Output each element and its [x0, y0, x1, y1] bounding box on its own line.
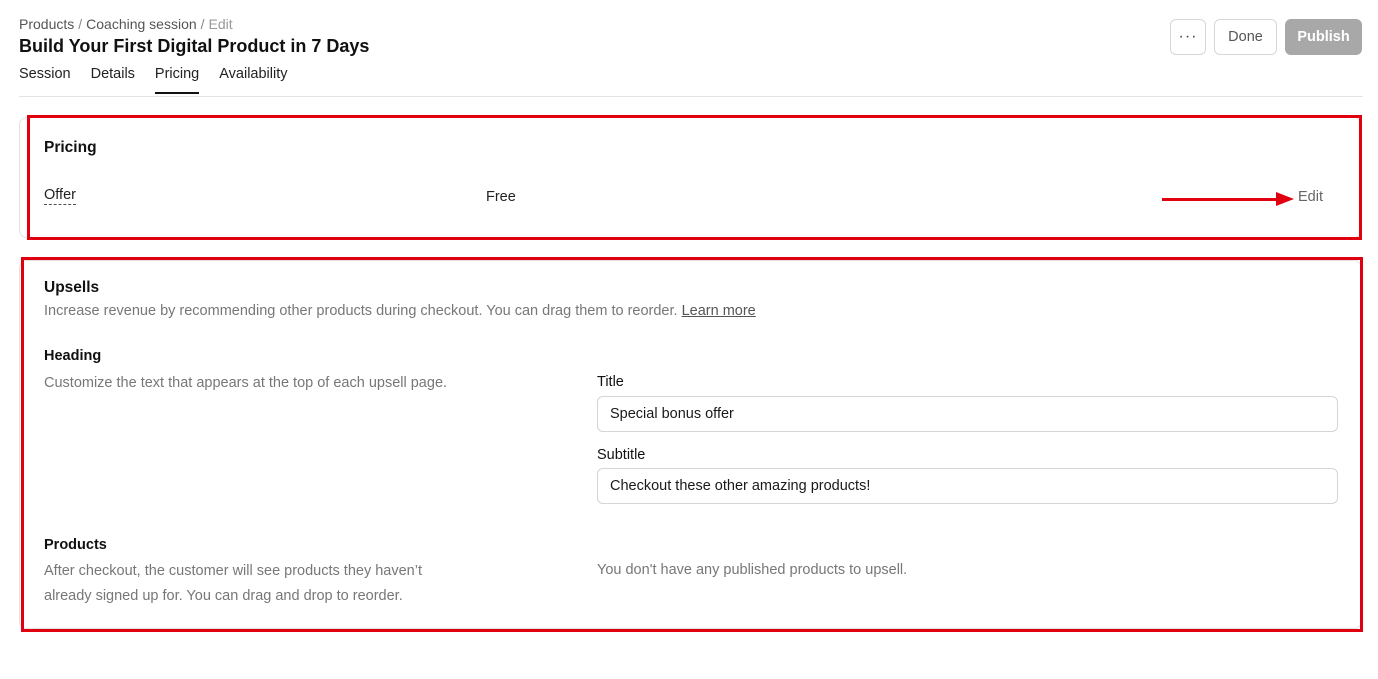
heading-section-label: Heading [44, 348, 102, 364]
title-field-label: Title [597, 374, 624, 390]
page-title: Build Your First Digital Product in 7 Da… [19, 36, 370, 56]
pricing-card [19, 117, 1362, 238]
annotation-arrow-line [1162, 198, 1282, 201]
offer-label: Offer [44, 187, 76, 205]
breadcrumb-separator: / [200, 16, 205, 32]
subtitle-input[interactable] [597, 468, 1338, 504]
heading-section-description: Customize the text that appears at the t… [44, 375, 448, 391]
breadcrumb: Products / Coaching session / Edit [19, 16, 233, 32]
more-options-button[interactable]: ··· [1170, 19, 1206, 55]
upsells-description: Increase revenue by recommending other p… [44, 303, 756, 319]
tab-bar: Session Details Pricing Availability [19, 66, 308, 94]
breadcrumb-separator: / [78, 16, 83, 32]
more-icon: ··· [1178, 28, 1198, 45]
breadcrumb-products[interactable]: Products [19, 16, 74, 32]
breadcrumb-current: Edit [208, 16, 233, 32]
products-section-label: Products [44, 537, 107, 553]
tab-availability[interactable]: Availability [219, 66, 287, 94]
publish-button[interactable]: Publish [1285, 19, 1362, 55]
upsells-title: Upsells [44, 279, 100, 296]
subtitle-field-label: Subtitle [597, 447, 646, 463]
tabs-divider [19, 96, 1363, 97]
edit-offer-link[interactable]: Edit [1298, 189, 1323, 205]
tab-details[interactable]: Details [91, 66, 135, 94]
tab-session[interactable]: Session [19, 66, 71, 94]
title-input[interactable] [597, 396, 1338, 432]
annotation-arrow-head-icon [1276, 192, 1294, 206]
learn-more-link[interactable]: Learn more [682, 303, 756, 319]
tab-pricing[interactable]: Pricing [154, 66, 200, 94]
header-actions: ··· Done Publish [1170, 19, 1362, 55]
breadcrumb-coaching-session[interactable]: Coaching session [86, 16, 197, 32]
upsells-description-text: Increase revenue by recommending other p… [44, 303, 678, 319]
pricing-title: Pricing [44, 139, 97, 156]
products-section-description: After checkout, the customer will see pr… [44, 563, 422, 604]
no-products-message: You don't have any published products to… [597, 562, 908, 578]
done-button[interactable]: Done [1214, 19, 1277, 55]
offer-value: Free [486, 189, 516, 205]
